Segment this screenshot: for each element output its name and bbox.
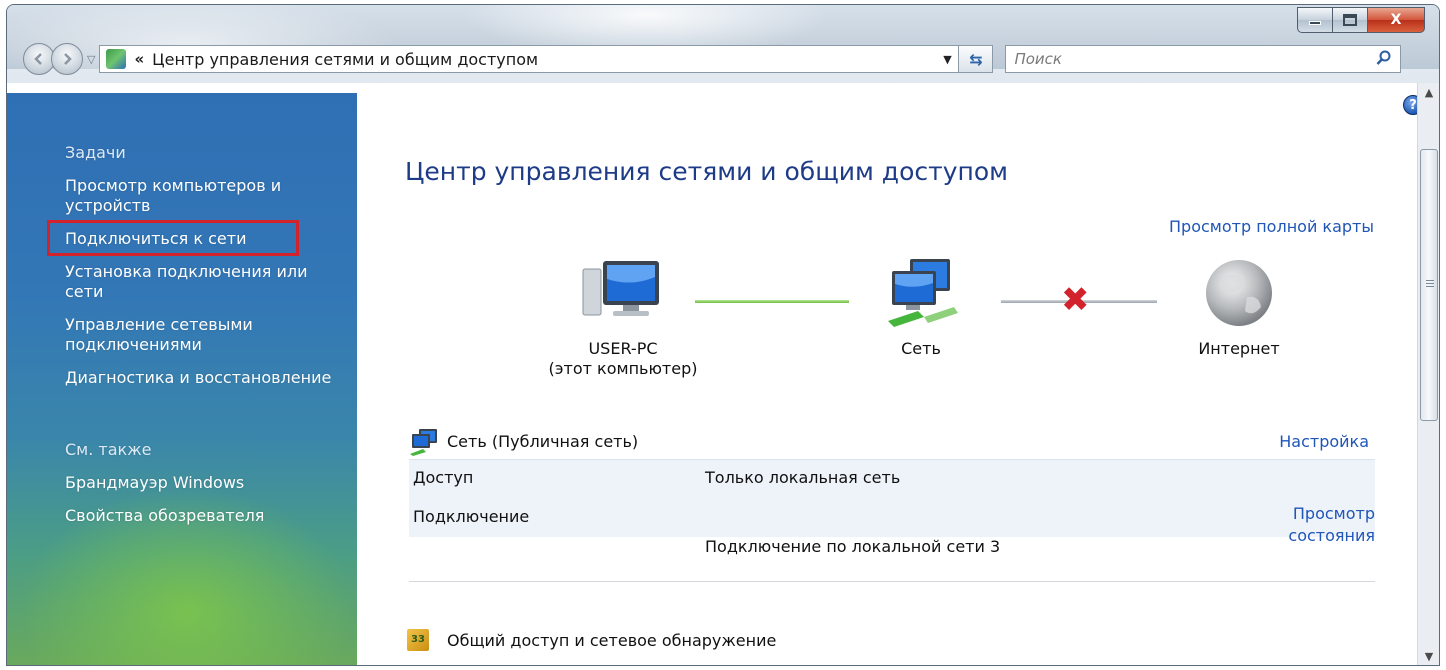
sidebar-item-setup-connection[interactable]: Установка подключения или сети bbox=[65, 262, 337, 302]
vertical-scrollbar[interactable]: ▲ ▼ bbox=[1417, 83, 1439, 665]
connection-line-pc-network bbox=[695, 300, 849, 303]
refresh-button[interactable]: ⇆ bbox=[959, 45, 994, 73]
sharing-icon: 33 bbox=[407, 629, 429, 651]
close-icon: X bbox=[1390, 12, 1402, 28]
address-text: Центр управления сетями и общим доступом bbox=[152, 49, 539, 69]
access-label: Доступ bbox=[413, 468, 474, 487]
sidebar-item-internet-options[interactable]: Свойства обозревателя bbox=[65, 506, 337, 526]
sidebar-item-diagnose-repair[interactable]: Диагностика и восстановление bbox=[65, 368, 337, 388]
connection-label: Подключение bbox=[413, 507, 530, 526]
minimize-icon bbox=[1309, 21, 1321, 25]
search-box bbox=[1005, 45, 1402, 73]
address-dropdown-icon[interactable]: ▼ bbox=[936, 46, 958, 72]
network-map: USER-PC (этот компьютер) Сеть ✖ Интернет bbox=[365, 243, 1407, 393]
maximize-icon bbox=[1343, 14, 1357, 26]
globe-icon bbox=[1206, 260, 1272, 326]
sidebar-item-manage-connections[interactable]: Управление сетевыми подключениями bbox=[65, 315, 337, 355]
address-chevrons[interactable]: « bbox=[134, 50, 144, 68]
network-label: Сеть bbox=[901, 339, 941, 358]
tasks-heading: Задачи bbox=[65, 143, 126, 162]
customize-link[interactable]: Настройка bbox=[1279, 432, 1369, 451]
sidebar-item-windows-firewall[interactable]: Брандмауэр Windows bbox=[65, 473, 337, 493]
explorer-window: X ▽ « Центр управления сетями и общим до… bbox=[6, 4, 1440, 666]
scroll-thumb[interactable] bbox=[1420, 149, 1438, 421]
main-pane: ? Центр управления сетями и общим доступ… bbox=[365, 83, 1423, 665]
view-full-map-link[interactable]: Просмотр полной карты bbox=[1169, 217, 1374, 236]
sidebar-item-view-computers[interactable]: Просмотр компьютеров и устройств bbox=[65, 176, 337, 216]
computer-subtitle: (этот компьютер) bbox=[548, 359, 698, 378]
window-controls: X bbox=[1297, 7, 1425, 33]
view-status-line2: состояния bbox=[1288, 526, 1375, 545]
search-input[interactable] bbox=[1014, 47, 1355, 71]
red-highlight-frame bbox=[47, 220, 299, 256]
internet-label: Интернет bbox=[1198, 339, 1280, 358]
refresh-icon: ⇆ bbox=[969, 49, 983, 69]
network-node[interactable]: Сеть bbox=[871, 257, 971, 359]
highlighted-task: Подключиться к сети bbox=[47, 220, 337, 256]
back-arrow-icon bbox=[34, 53, 42, 65]
search-icon[interactable] bbox=[1376, 50, 1392, 66]
network-name: Сеть (Публичная сеть) bbox=[447, 432, 639, 451]
see-also-heading: См. также bbox=[65, 440, 152, 459]
scroll-up-icon[interactable]: ▲ bbox=[1418, 83, 1439, 103]
network-small-icon bbox=[410, 429, 437, 456]
forward-button[interactable] bbox=[51, 43, 83, 75]
page-title: Центр управления сетями и общим доступом bbox=[405, 157, 1008, 186]
recent-pages-dropdown[interactable]: ▽ bbox=[87, 53, 95, 66]
content-area: Задачи Просмотр компьютеров и устройств … bbox=[7, 83, 1439, 665]
task-pane: Задачи Просмотр компьютеров и устройств … bbox=[7, 93, 357, 665]
sharing-label: Общий доступ и сетевое обнаружение bbox=[447, 631, 777, 650]
internet-node: Интернет bbox=[1179, 257, 1299, 359]
network-center-icon bbox=[106, 49, 127, 69]
scroll-down-icon[interactable]: ▼ bbox=[1418, 647, 1439, 665]
scroll-grip-icon bbox=[1426, 280, 1434, 288]
computer-name: USER-PC bbox=[588, 339, 658, 358]
network-icon bbox=[888, 259, 958, 327]
computer-node: USER-PC (этот компьютер) bbox=[533, 257, 713, 379]
connection-value: Подключение по локальной сети 3 bbox=[705, 537, 1001, 556]
view-status-line1: Просмотр bbox=[1292, 504, 1375, 523]
address-bar[interactable]: « Центр управления сетями и общим доступ… bbox=[99, 45, 960, 73]
disconnected-x-icon[interactable]: ✖ bbox=[1061, 283, 1090, 317]
view-status-link[interactable]: Просмотр состояния bbox=[1288, 503, 1375, 547]
navigation-bar: ▽ « Центр управления сетями и общим дост… bbox=[23, 43, 1433, 75]
network-section-header: Сеть (Публичная сеть) Настройка bbox=[409, 428, 1379, 458]
maximize-button[interactable] bbox=[1332, 7, 1368, 33]
section-divider bbox=[409, 581, 1375, 582]
access-value: Только локальная сеть bbox=[705, 468, 901, 487]
close-button[interactable]: X bbox=[1367, 7, 1425, 33]
minimize-button[interactable] bbox=[1297, 7, 1333, 33]
forward-arrow-icon bbox=[64, 53, 72, 65]
network-details-table: Доступ Только локальная сеть bbox=[409, 459, 1375, 537]
computer-icon bbox=[582, 261, 659, 316]
